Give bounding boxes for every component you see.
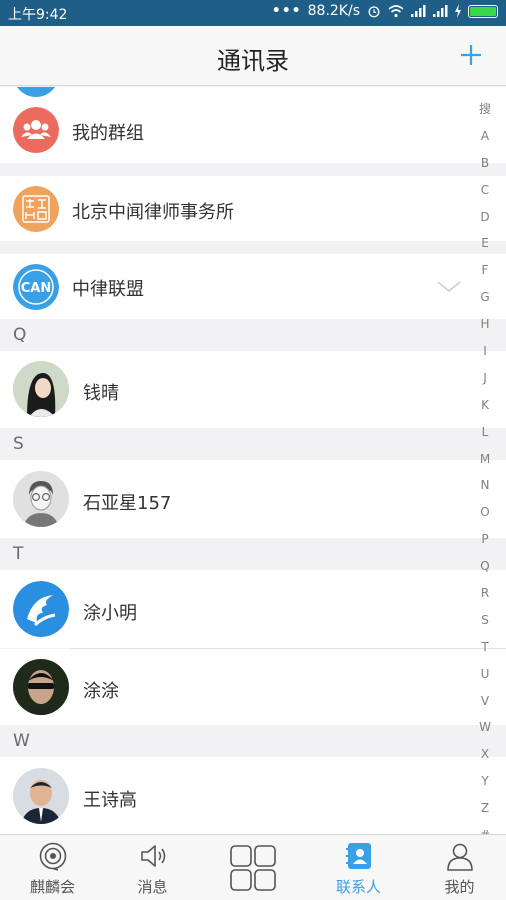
avatar	[13, 471, 69, 527]
charging-icon	[455, 4, 461, 18]
status-bar: 上午9:42 ••• 88.2K/s	[0, 0, 506, 26]
contact-name: 石亚星157	[83, 493, 172, 514]
index-letter[interactable]: H	[480, 311, 489, 338]
index-letter[interactable]: T	[481, 634, 488, 661]
eye-ring-icon	[39, 842, 66, 871]
group-spacer	[0, 163, 506, 176]
index-letter[interactable]: W	[479, 714, 491, 741]
index-letter[interactable]: N	[481, 472, 490, 499]
wifi-icon	[388, 5, 404, 18]
section-letter: S	[13, 434, 24, 454]
bottom-tab-bar: 麒麟会 消息 联系人 我的	[0, 834, 506, 900]
index-letter[interactable]: B	[481, 150, 489, 177]
index-letter[interactable]: U	[481, 661, 490, 688]
index-letter[interactable]: X	[481, 741, 489, 768]
index-letter[interactable]: 搜	[479, 96, 491, 123]
group-spacer	[0, 241, 506, 254]
section-header-w: W	[0, 725, 506, 757]
group-label: 北京中闻律师事务所	[72, 202, 234, 223]
contact-name: 涂小明	[83, 603, 137, 624]
contacts-book-icon	[345, 843, 371, 869]
index-letter[interactable]: A	[481, 123, 489, 150]
index-letter[interactable]: Y	[481, 768, 488, 795]
group-item-law-firm[interactable]: 北京中闻律师事务所	[0, 176, 506, 241]
svg-text:CAN: CAN	[21, 281, 51, 296]
group-item-my-groups[interactable]: 我的群组	[0, 97, 506, 163]
group-item-alliance[interactable]: CAN 中律联盟	[0, 254, 506, 319]
index-letter[interactable]: G	[480, 284, 489, 311]
list-item-partial[interactable]	[0, 87, 506, 97]
contact-row[interactable]: 王诗高	[0, 757, 506, 834]
avatar	[13, 659, 69, 715]
index-letter[interactable]: Q	[480, 553, 489, 580]
speaker-icon	[140, 845, 165, 867]
section-header-t: T	[0, 538, 506, 570]
section-header-s: S	[0, 428, 506, 460]
group-label: 我的群组	[72, 123, 144, 144]
index-letter[interactable]: P	[481, 526, 488, 553]
tab-me[interactable]: 我的	[409, 835, 506, 900]
index-letter[interactable]: E	[481, 230, 489, 257]
alphabet-index[interactable]: 搜ABCDEFGHIJKLMNOPQRSTUVWXYZ#	[472, 96, 498, 849]
alarm-icon	[368, 6, 380, 18]
tab-messages[interactable]: 消息	[102, 835, 203, 900]
group-people-icon	[13, 107, 59, 153]
signal-1-icon	[411, 5, 426, 17]
index-letter[interactable]: S	[481, 607, 489, 634]
tab-label: 联系人	[335, 878, 381, 896]
avatar	[13, 768, 69, 824]
index-letter[interactable]: Z	[481, 795, 489, 822]
index-letter[interactable]: F	[482, 257, 489, 284]
chevron-down-icon[interactable]	[436, 280, 462, 294]
index-letter[interactable]: J	[483, 365, 487, 392]
avatar	[13, 361, 69, 417]
index-letter[interactable]: M	[480, 446, 490, 473]
grid-apps-icon	[229, 845, 276, 891]
person-icon	[446, 843, 473, 871]
net-speed: 88.2K/s	[307, 3, 360, 19]
contact-name: 钱晴	[83, 383, 119, 404]
tab-apps[interactable]	[202, 835, 303, 900]
contact-row[interactable]: 涂涂	[0, 649, 506, 725]
group-label: 中律联盟	[72, 279, 144, 300]
nav-header: 通讯录	[0, 26, 506, 86]
partial-avatar	[13, 87, 59, 97]
index-letter[interactable]: O	[480, 499, 489, 526]
battery-icon	[468, 4, 498, 18]
section-header-q: Q	[0, 319, 506, 351]
index-letter[interactable]: C	[481, 177, 489, 204]
tab-label: 我的	[444, 878, 475, 896]
section-letter: T	[13, 544, 24, 564]
section-letter: W	[13, 731, 30, 751]
page-title: 通讯录	[217, 47, 289, 75]
contact-name: 涂涂	[83, 681, 119, 702]
can-logo-icon: CAN	[13, 264, 59, 310]
status-time: 上午9:42	[8, 7, 68, 23]
contact-name: 王诗高	[83, 790, 137, 811]
avatar	[13, 581, 69, 637]
index-letter[interactable]: K	[481, 392, 489, 419]
plus-icon[interactable]	[456, 40, 486, 70]
tab-label: 消息	[137, 878, 168, 896]
index-letter[interactable]: D	[480, 204, 489, 231]
law-firm-seal-icon	[13, 186, 59, 232]
index-letter[interactable]: L	[482, 419, 489, 446]
tab-qilin[interactable]: 麒麟会	[2, 835, 103, 900]
signal-2-icon	[433, 5, 448, 17]
section-letter: Q	[13, 325, 27, 345]
tab-contacts[interactable]: 联系人	[308, 835, 409, 900]
contact-row[interactable]: 涂小明	[0, 570, 506, 648]
index-letter[interactable]: I	[483, 338, 487, 365]
more-dots-icon: •••	[271, 3, 302, 19]
index-letter[interactable]: R	[481, 580, 489, 607]
contact-row[interactable]: 钱晴	[0, 351, 506, 428]
contact-list[interactable]: 我的群组 北京中闻律师事务所 CAN 中律联盟 Q 钱晴 S 石亚星157 T …	[0, 87, 506, 834]
index-letter[interactable]: V	[481, 688, 489, 715]
contact-row[interactable]: 石亚星157	[0, 460, 506, 538]
status-icons: ••• 88.2K/s	[272, 3, 498, 19]
tab-label: 麒麟会	[29, 878, 75, 896]
